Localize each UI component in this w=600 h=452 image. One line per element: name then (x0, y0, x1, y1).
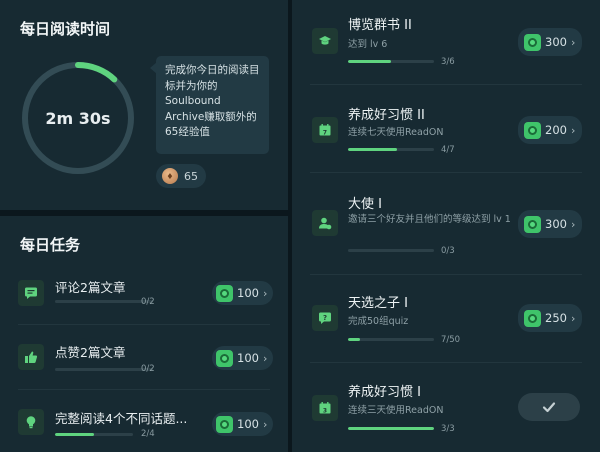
task-title: 点赞2篇文章 (55, 345, 126, 360)
chevron-right-icon: › (262, 286, 268, 300)
xp-reward-chip: ♦ 65 (156, 164, 206, 188)
task-progress-count: 0/2 (141, 297, 155, 307)
task-reward-value: 100 (237, 417, 259, 431)
gem-icon (216, 284, 233, 302)
achievement-progress-bar (348, 427, 434, 430)
task-item-comment: 评论2篇文章 0/2 100 › (18, 268, 274, 324)
coin-icon: ♦ (162, 168, 178, 184)
achievement-description: 邀请三个好友并且他们的等级达到 lv 1 (348, 214, 511, 225)
svg-text:7: 7 (323, 130, 327, 137)
achievement-progress-bar (348, 148, 434, 151)
achievement-description: 连续七天使用ReadON (348, 127, 444, 138)
achievement-reward-value: 250 (545, 311, 567, 325)
achievement-reward-button[interactable]: 250 › (518, 304, 583, 332)
achievement-progress-fill (348, 60, 391, 63)
separator (18, 324, 270, 325)
reading-goal-tooltip: 完成你今日的阅读目标并为你的Soulbound Archive赚取额外的65经验… (156, 56, 269, 154)
achievement-title: 博览群书 II (348, 18, 412, 33)
task-reward-button[interactable]: 100 › (212, 346, 274, 370)
chevron-right-icon: › (570, 35, 576, 49)
achievement-title: 大使 I (348, 197, 382, 212)
achievement-progress-count: 7/50 (441, 335, 461, 345)
reading-time-title: 每日阅读时间 (20, 20, 111, 38)
achievement-progress-bar (348, 60, 434, 63)
task-reward-button[interactable]: 100 › (212, 412, 274, 436)
quiz-icon: ? (312, 305, 338, 331)
achievement-progress-fill (348, 338, 361, 341)
task-progress-bar (55, 300, 153, 303)
task-item-read-topics: 完整阅读4个不同话题... 2/4 100 › (18, 396, 274, 452)
task-progress-bar (55, 368, 153, 371)
achievement-progress-count: 0/3 (441, 246, 455, 256)
achievement-reward-value: 300 (545, 35, 567, 49)
achievement-title: 天选之子 I (348, 296, 408, 311)
graduation-cap-icon (312, 28, 338, 54)
achievement-progress-count: 3/6 (441, 57, 455, 67)
achievement-progress-bar (348, 338, 434, 341)
gem-icon (216, 349, 233, 367)
task-title: 评论2篇文章 (55, 280, 126, 295)
achievement-claimed-button[interactable] (518, 393, 580, 421)
section-divider (0, 210, 288, 216)
achievement-reward-value: 200 (545, 123, 567, 137)
achievement-title: 养成好习惯 I (348, 385, 421, 400)
calendar-7-icon: 7 (312, 117, 338, 143)
achievement-reward-button[interactable]: 300 › (518, 28, 583, 56)
task-item-like: 点赞2篇文章 0/2 100 › (18, 330, 274, 386)
achievement-reward-button[interactable]: 200 › (518, 116, 583, 144)
reading-time-value: 2m 30s (45, 108, 111, 128)
chevron-right-icon: › (262, 351, 268, 365)
achievement-progress-bar (348, 249, 434, 252)
svg-text:?: ? (323, 314, 327, 322)
achievement-title: 养成好习惯 II (348, 108, 425, 123)
task-progress-bar (55, 433, 133, 436)
thumbs-up-icon (18, 344, 44, 370)
svg-text:3: 3 (323, 408, 327, 415)
task-reward-button[interactable]: 100 › (212, 281, 274, 305)
achievement-progress-fill (348, 427, 434, 430)
separator (310, 172, 582, 173)
task-reward-value: 100 (237, 286, 259, 300)
chevron-right-icon: › (570, 311, 576, 325)
separator (18, 389, 270, 390)
separator (310, 274, 582, 275)
chevron-right-icon: › (570, 217, 576, 231)
task-progress-fill (55, 433, 94, 436)
achievement-description: 连续三天使用ReadON (348, 405, 444, 416)
achievement-description: 完成50组quiz (348, 316, 409, 327)
comment-icon (18, 280, 44, 306)
checkmark-icon (542, 402, 556, 413)
achievement-progress-fill (348, 148, 398, 151)
gem-icon (524, 121, 541, 139)
task-progress-count: 0/2 (141, 364, 155, 374)
task-reward-value: 100 (237, 351, 259, 365)
separator (310, 84, 582, 85)
achievement-progress-count: 4/7 (441, 145, 455, 155)
achievement-reward-button[interactable]: 300 › (518, 210, 583, 238)
chevron-right-icon: › (570, 123, 576, 137)
xp-reward-value: 65 (184, 169, 198, 183)
task-title: 完整阅读4个不同话题... (55, 411, 188, 426)
achievement-description: 达到 lv 6 (348, 39, 388, 50)
gem-icon (524, 33, 541, 51)
chevron-right-icon: › (262, 417, 268, 431)
invite-user-icon (312, 210, 338, 236)
panel-divider (288, 0, 292, 452)
task-progress-count: 2/4 (141, 429, 155, 439)
separator (310, 362, 582, 363)
gem-icon (524, 309, 541, 327)
achievement-reward-value: 300 (545, 217, 567, 231)
achievement-progress-count: 3/3 (441, 424, 455, 434)
calendar-3-icon: 3 (312, 395, 338, 421)
gem-icon (524, 215, 541, 233)
lightbulb-icon (18, 409, 44, 435)
gem-icon (216, 415, 233, 433)
daily-tasks-title: 每日任务 (20, 236, 81, 254)
